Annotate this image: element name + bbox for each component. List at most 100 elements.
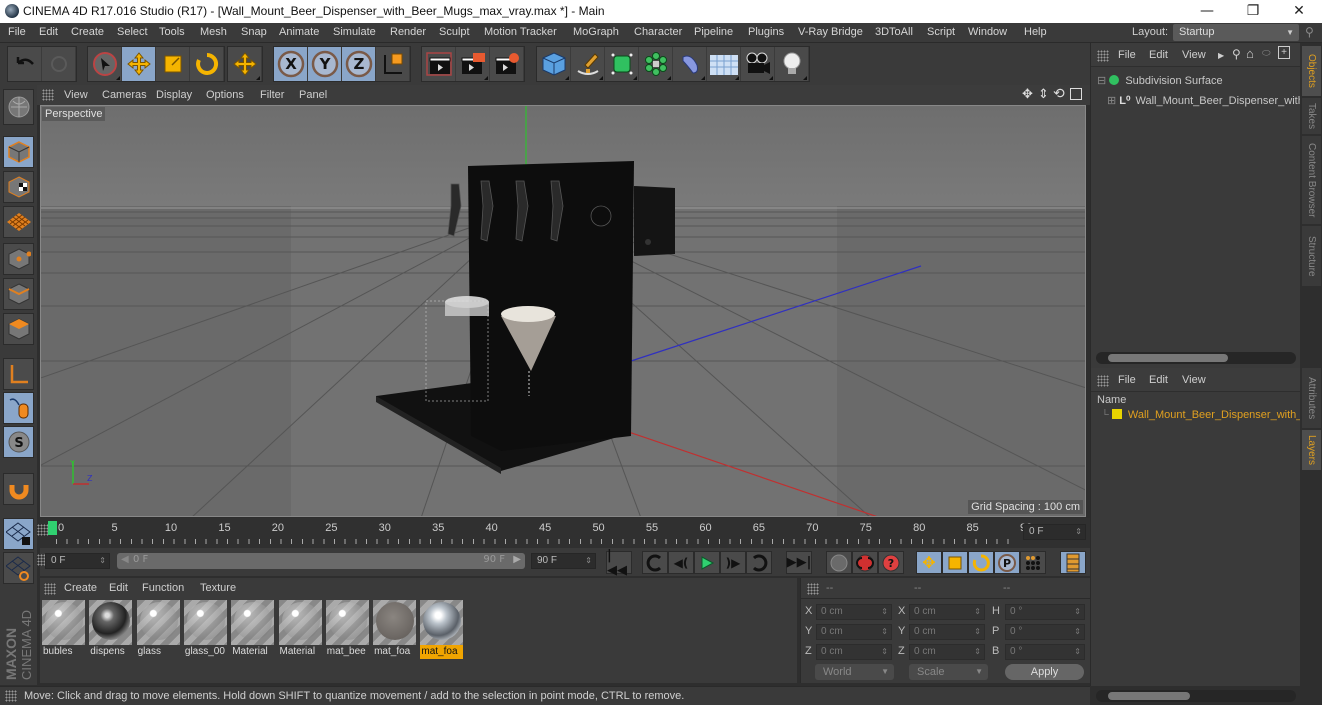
go-to-start-button[interactable]: |◀◀ bbox=[606, 548, 632, 578]
viewport-camera-label[interactable]: Perspective bbox=[42, 107, 106, 121]
previous-frame-button[interactable]: ◀( bbox=[668, 551, 694, 574]
next-frame-button[interactable]: )▶ bbox=[720, 551, 746, 574]
tab-layers[interactable]: Layers bbox=[1302, 430, 1321, 470]
planar-workplane-button[interactable] bbox=[3, 552, 34, 584]
dolly-icon[interactable]: ⇕ bbox=[1038, 87, 1049, 102]
more-menu-arrow-icon[interactable]: ▶ bbox=[1218, 51, 1224, 60]
key-pla-button[interactable] bbox=[1020, 551, 1046, 574]
menu-vray-bridge[interactable]: V-Ray Bridge bbox=[798, 26, 863, 38]
add-cube-button[interactable] bbox=[537, 47, 571, 81]
undo-button[interactable] bbox=[8, 47, 42, 81]
render-to-picture-viewer-button[interactable] bbox=[456, 47, 490, 81]
tab-objects[interactable]: Objects bbox=[1302, 46, 1321, 96]
timeline-playhead[interactable] bbox=[48, 521, 57, 535]
snapping-button[interactable] bbox=[3, 473, 34, 505]
timeline-ruler[interactable]: 051015202530354045505560657075808590 0 F… bbox=[37, 518, 1090, 548]
material-menu-function[interactable]: Function bbox=[142, 582, 184, 594]
key-position-button[interactable]: ✥ bbox=[916, 551, 942, 574]
add-camera-button[interactable] bbox=[741, 47, 775, 81]
menu-help[interactable]: Help bbox=[1024, 26, 1047, 38]
material-menu-texture[interactable]: Texture bbox=[200, 582, 236, 594]
play-button[interactable] bbox=[694, 551, 720, 574]
polygons-mode-button[interactable] bbox=[3, 313, 34, 345]
y-axis-lock-button[interactable]: Y bbox=[308, 47, 342, 81]
panel-grip-icon[interactable] bbox=[42, 89, 54, 101]
axis-mode-button[interactable] bbox=[3, 358, 34, 390]
viewport-menu-panel[interactable]: Panel bbox=[299, 89, 327, 101]
layer-manager-hscrollbar[interactable] bbox=[1096, 690, 1296, 702]
orbit-icon[interactable]: ⟲ bbox=[1053, 86, 1065, 102]
menu-tools[interactable]: Tools bbox=[159, 26, 185, 38]
range-right-arrow-icon[interactable]: ▶ bbox=[513, 554, 521, 565]
end-frame-field[interactable]: 90 F ⇕ bbox=[531, 553, 596, 569]
material-swatch[interactable]: dispens bbox=[89, 600, 133, 658]
material-swatch[interactable]: mat_bee bbox=[325, 600, 369, 658]
menu-mesh[interactable]: Mesh bbox=[200, 26, 227, 38]
tree-collapse-icon[interactable]: ⊟ bbox=[1097, 75, 1106, 87]
pan-icon[interactable]: ✥ bbox=[1022, 87, 1033, 102]
add-light-button[interactable] bbox=[775, 47, 809, 81]
menu-snap[interactable]: Snap bbox=[241, 26, 267, 38]
current-frame-field[interactable]: 0 F ⇕ bbox=[1023, 524, 1086, 540]
solo-button[interactable]: S bbox=[3, 426, 34, 458]
layers-menu-view[interactable]: View bbox=[1182, 374, 1206, 386]
material-swatch[interactable]: mat_foa bbox=[420, 600, 464, 659]
viewport-menu-options[interactable]: Options bbox=[206, 89, 244, 101]
apply-button[interactable]: Apply bbox=[1005, 664, 1084, 680]
material-swatch[interactable]: bubles bbox=[42, 600, 85, 658]
tab-content-browser[interactable]: Content Browser bbox=[1302, 136, 1321, 224]
add-spline-button[interactable] bbox=[571, 47, 605, 81]
3d-viewport[interactable]: Y Z Perspective Grid Spacing : 100 cm bbox=[40, 105, 1086, 517]
go-to-end-button[interactable]: ▶▶| bbox=[786, 551, 812, 574]
texture-mode-button[interactable] bbox=[3, 171, 34, 203]
x-axis-lock-button[interactable]: X bbox=[274, 47, 308, 81]
layer-row[interactable]: └ Wall_Mount_Beer_Dispenser_with_Beer_Mu… bbox=[1101, 409, 1301, 421]
objects-menu-view[interactable]: View bbox=[1182, 49, 1206, 61]
menu-script[interactable]: Script bbox=[927, 26, 955, 38]
material-swatch[interactable]: glass_00 bbox=[183, 600, 227, 658]
menu-edit[interactable]: Edit bbox=[39, 26, 58, 38]
layers-menu-edit[interactable]: Edit bbox=[1149, 374, 1168, 386]
live-selection-button[interactable] bbox=[88, 47, 122, 81]
menu-window[interactable]: Window bbox=[968, 26, 1007, 38]
layout-select[interactable]: Startup ▼ bbox=[1173, 24, 1299, 41]
menu-render[interactable]: Render bbox=[390, 26, 426, 38]
size-y-field[interactable]: 0 cm ⇕ bbox=[909, 624, 985, 640]
add-subdivision-surface-button[interactable] bbox=[605, 47, 639, 81]
viewport-menu-display[interactable]: Display bbox=[156, 89, 192, 101]
material-swatch[interactable]: mat_foa bbox=[373, 600, 417, 658]
redo-button[interactable] bbox=[42, 47, 76, 81]
maximize-button[interactable]: ❐ bbox=[1230, 0, 1276, 23]
tab-attributes[interactable]: Attributes bbox=[1302, 368, 1321, 428]
search-icon[interactable]: ⚲ bbox=[1305, 25, 1314, 39]
maximize-view-icon[interactable] bbox=[1070, 88, 1082, 100]
material-swatch[interactable]: glass bbox=[136, 600, 180, 658]
menu-plugins[interactable]: Plugins bbox=[748, 26, 784, 38]
layer-color-swatch[interactable] bbox=[1111, 409, 1122, 419]
minimize-button[interactable]: — bbox=[1184, 0, 1230, 23]
record-button[interactable] bbox=[826, 551, 852, 574]
range-left-arrow-icon[interactable]: ◀ bbox=[121, 554, 129, 565]
menu-file[interactable]: File bbox=[8, 26, 26, 38]
key-parameter-button[interactable]: P bbox=[994, 551, 1020, 574]
scale-tool-button[interactable] bbox=[156, 47, 190, 81]
tweak-mode-button[interactable] bbox=[3, 392, 34, 424]
workplane-mode-button[interactable] bbox=[3, 206, 34, 238]
key-rotation-button[interactable] bbox=[968, 551, 994, 574]
key-scale-button[interactable] bbox=[942, 551, 968, 574]
edges-mode-button[interactable] bbox=[3, 278, 34, 310]
bookmark-icon[interactable]: ⬭ bbox=[1262, 48, 1271, 59]
material-menu-create[interactable]: Create bbox=[64, 582, 97, 594]
coordinate-system-button[interactable] bbox=[376, 47, 410, 81]
new-object-view-icon[interactable]: + bbox=[1278, 46, 1290, 59]
viewport-menu-view[interactable]: View bbox=[64, 89, 88, 101]
size-mode-select[interactable]: Scale ▼ bbox=[909, 664, 988, 680]
menu-3dtoall[interactable]: 3DToAll bbox=[875, 26, 913, 38]
viewport-menu-cameras[interactable]: Cameras bbox=[102, 89, 147, 101]
object-row-dispenser[interactable]: ⊞ L⁰ Wall_Mount_Beer_Dispenser_with_Beer… bbox=[1107, 94, 1301, 107]
menu-sculpt[interactable]: Sculpt bbox=[439, 26, 470, 38]
size-x-field[interactable]: 0 cm ⇕ bbox=[909, 604, 985, 620]
add-cloner-button[interactable] bbox=[639, 47, 673, 81]
home-icon[interactable]: ⌂ bbox=[1246, 46, 1254, 61]
render-view-button[interactable] bbox=[422, 47, 456, 81]
